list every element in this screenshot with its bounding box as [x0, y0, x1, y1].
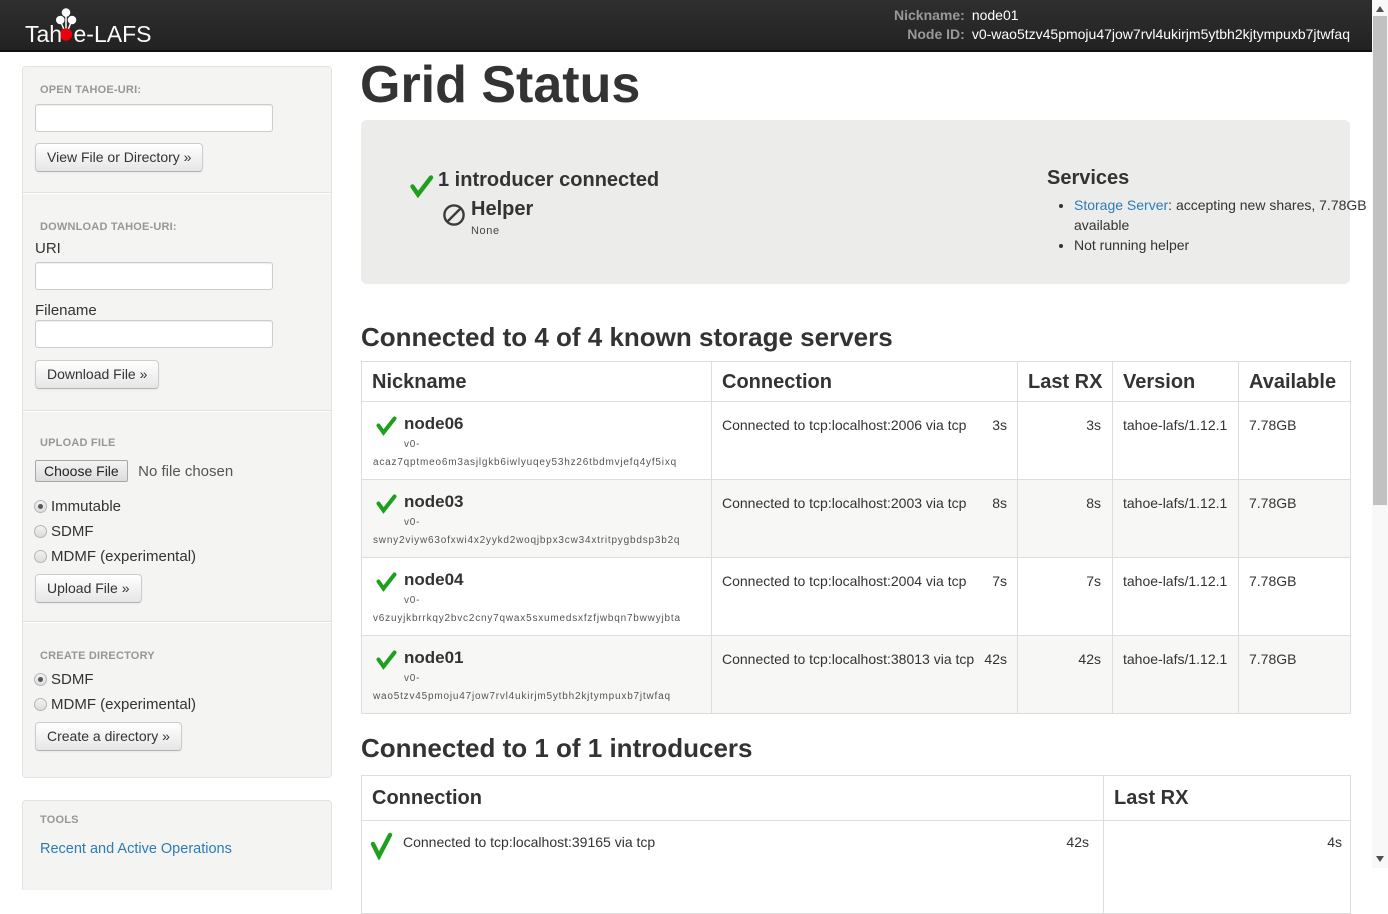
- svg-text:Tah: Tah: [25, 21, 62, 47]
- svg-text:e-LAFS: e-LAFS: [74, 21, 152, 47]
